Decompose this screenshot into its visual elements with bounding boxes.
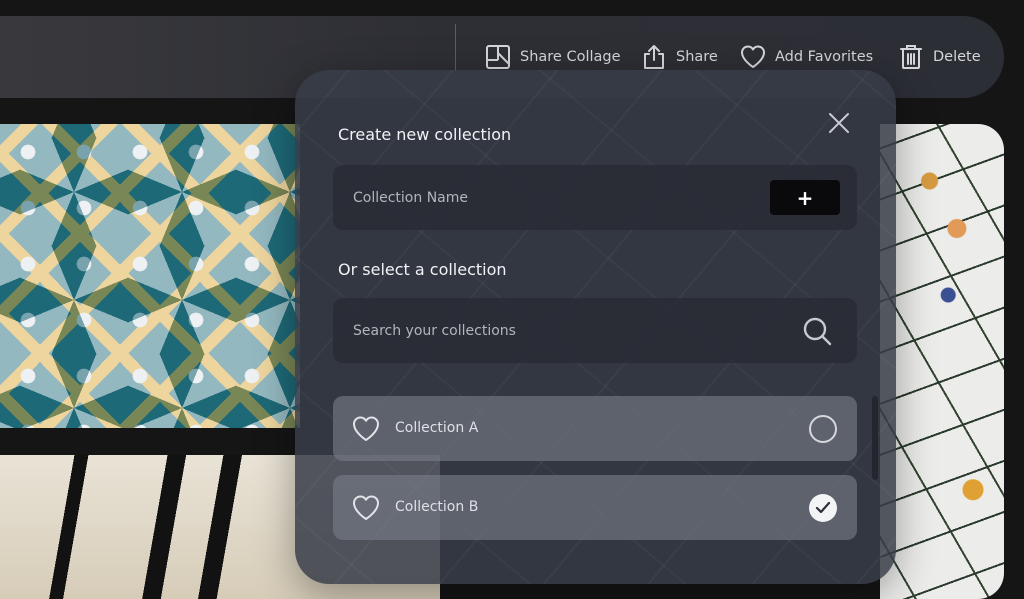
collection-select-radio[interactable]	[809, 415, 837, 443]
search-button[interactable]	[801, 315, 833, 347]
collection-item-b[interactable]: Collection B	[333, 475, 857, 540]
add-to-collection-modal: Create new collection + Or select a coll…	[295, 70, 896, 584]
share-button[interactable]: Share	[641, 40, 718, 74]
share-icon	[644, 45, 664, 69]
collections-scrollbar[interactable]	[872, 396, 878, 480]
collection-name-field: +	[333, 165, 857, 230]
photo-blue-yellow-tiles[interactable]	[0, 124, 300, 428]
collection-search-input[interactable]	[353, 298, 753, 363]
toolbar-divider	[455, 24, 456, 72]
delete-label: Delete	[933, 49, 981, 65]
collage-icon	[486, 45, 510, 69]
collection-label: Collection A	[395, 420, 479, 436]
collection-select-radio-checked[interactable]	[809, 494, 837, 522]
share-collage-button[interactable]: Share Collage	[485, 40, 621, 74]
share-label: Share	[676, 49, 718, 65]
add-favorites-label: Add Favorites	[775, 49, 874, 65]
collection-search-field	[333, 298, 857, 363]
trash-icon	[900, 45, 922, 69]
select-collection-title: Or select a collection	[338, 260, 507, 279]
create-collection-title: Create new collection	[338, 125, 512, 144]
collection-name-input[interactable]	[353, 165, 753, 230]
photo-floral-inlay[interactable]	[880, 124, 1004, 599]
create-collection-button[interactable]: +	[770, 180, 840, 215]
share-collage-label: Share Collage	[520, 49, 621, 65]
collection-item-a[interactable]: Collection A	[333, 396, 857, 461]
heart-icon	[351, 493, 381, 523]
check-icon	[815, 501, 831, 514]
search-icon	[803, 317, 832, 346]
collection-label: Collection B	[395, 499, 479, 515]
delete-button[interactable]: Delete	[898, 40, 981, 74]
close-button[interactable]	[826, 110, 852, 136]
heart-icon	[741, 45, 765, 68]
close-icon	[829, 113, 849, 133]
heart-icon	[351, 414, 381, 444]
add-favorites-button[interactable]: Add Favorites	[740, 40, 873, 74]
